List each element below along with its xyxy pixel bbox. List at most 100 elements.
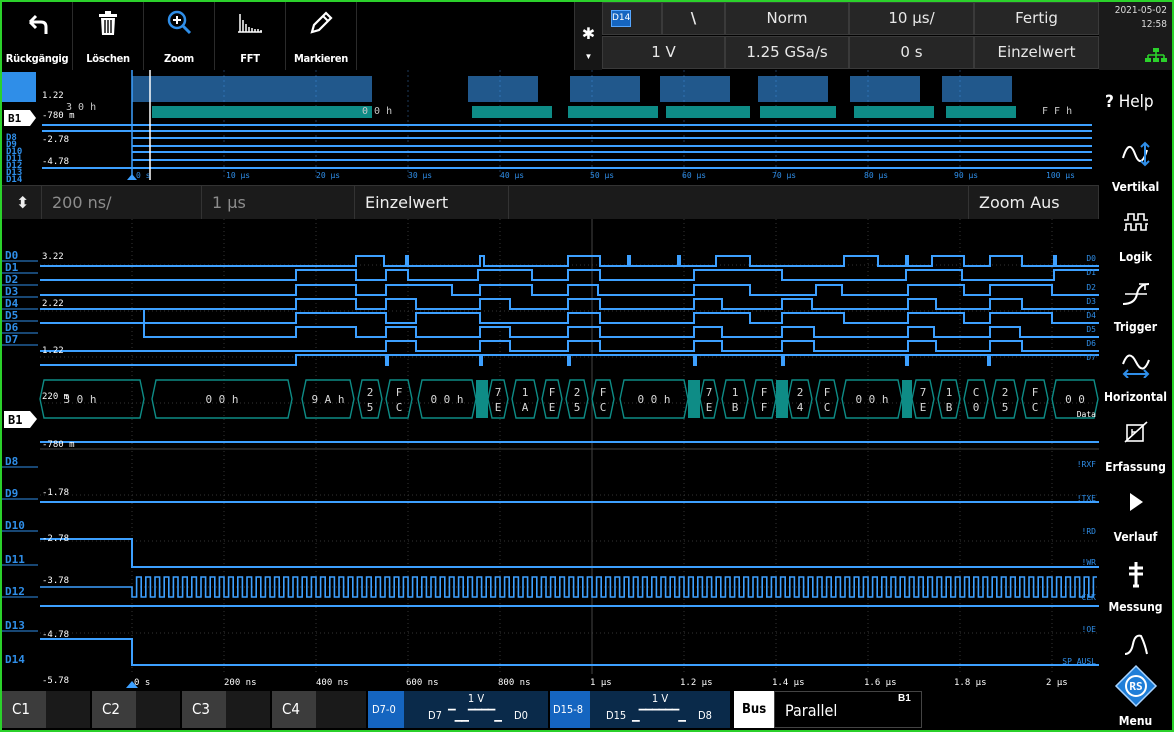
question-icon: ? (1105, 92, 1114, 112)
tick-8: 1.6 µs (864, 678, 897, 688)
undo-icon (28, 14, 48, 34)
right-label-d2: D2 (1086, 283, 1096, 292)
mark-button[interactable]: Markieren (286, 2, 357, 70)
logic-d7-0[interactable]: 1 V D7 ▔▁▁▔▔▔▔▁ D0 (404, 691, 548, 728)
waveform-icon (1124, 634, 1148, 655)
timebase[interactable]: 10 µs/ (849, 2, 974, 35)
logic-d7-0-tag[interactable]: D7-0 (368, 691, 404, 728)
horizontal-button[interactable]: Horizontal (1099, 340, 1172, 410)
zoom-updown-icon[interactable]: ⬍ (2, 186, 42, 219)
undo-button[interactable]: Rückgängig (2, 2, 73, 70)
clock: 2021-05-02 12:58 (1099, 2, 1172, 70)
tag-d11: D11 (5, 553, 25, 566)
bus-value: 0 0 h (855, 393, 888, 406)
menu-label: Menu (1118, 714, 1153, 728)
bus-value: F (761, 386, 768, 399)
channel-c3-slot[interactable] (226, 691, 270, 728)
channel-c2[interactable]: C2 (92, 691, 136, 728)
fft-button[interactable]: FFT (215, 2, 286, 70)
bus-value: B (732, 401, 739, 414)
zoom-scale[interactable]: 200 ns/ (42, 186, 202, 219)
overview-waveform[interactable]: 1.22 -780 m -2.78 -4.78 3 0 h 0 0 h F F … (2, 70, 1099, 186)
right-label-clk: CLK (1082, 593, 1097, 602)
channel-c1[interactable]: C1 (2, 691, 46, 728)
channel-c1-slot[interactable] (46, 691, 90, 728)
gear-icon[interactable]: ✱ (575, 24, 602, 44)
main-waveform-svg: 3 0 h0 0 h9 A h25FC0 0 h7E1AFE25FC0 0 h7… (2, 219, 1099, 688)
play-icon (1129, 493, 1143, 511)
bus-value: 5 (1002, 401, 1009, 414)
bus-value: 7 (706, 386, 713, 399)
logic-d15-8-tag[interactable]: D15-8 (550, 691, 590, 728)
acquisition-button[interactable]: Erfassung (1099, 410, 1172, 480)
pencil-icon (310, 11, 333, 34)
bus-value: 2 (797, 386, 804, 399)
sample-rate[interactable]: 1.25 GSa/s (725, 36, 849, 69)
measure-button[interactable]: Messung (1099, 550, 1172, 620)
level-1-78: -1.78 (42, 488, 69, 498)
overview-tag-d14: D14 (6, 175, 23, 185)
overview-tick-0: 0 s (136, 171, 151, 180)
network-icon (1145, 48, 1167, 62)
tag-d10: D10 (5, 519, 25, 532)
trash-icon (99, 11, 117, 35)
logic-d15-8[interactable]: 1 V D15 ▁▔▔▔▔▔▔▁ D8 (590, 691, 730, 728)
zoom-button[interactable]: Zoom (144, 2, 215, 70)
bus-value: 2 (1002, 386, 1009, 399)
overview-tick-10: 100 µs (1046, 171, 1075, 180)
tick-2: 400 ns (316, 678, 349, 688)
logic-button[interactable]: Logik (1099, 200, 1172, 270)
bus-value: 0 0 h (205, 393, 238, 406)
zoom-bar: ⬍ 200 ns/ 1 µs Einzelwert Zoom Aus (2, 186, 1099, 219)
vertical-button[interactable]: Vertikal (1099, 130, 1172, 200)
chevron-down-icon[interactable]: ▼ (575, 52, 602, 61)
main-waveform[interactable]: 3 0 h0 0 h9 A h25FC0 0 h7E1AFE25FC0 0 h7… (2, 219, 1099, 689)
run-button[interactable]: Verlauf (1099, 480, 1172, 550)
tag-d7: D7 (5, 333, 18, 346)
trigger-label: Trigger (1113, 320, 1158, 334)
measure-icon (1128, 562, 1143, 588)
trigger-source-badge: D14 (611, 10, 631, 27)
right-label-d1: D1 (1086, 268, 1096, 277)
overview-tick-9: 90 µs (954, 171, 978, 180)
more-button[interactable] (1099, 622, 1172, 662)
level-3-22: 3.22 (42, 252, 64, 262)
bus-value: F (396, 386, 403, 399)
acq-state[interactable]: Fertig (974, 2, 1099, 35)
svg-text:RS: RS (1129, 680, 1142, 693)
zoom-acq[interactable]: Einzelwert (355, 186, 509, 219)
trigger-source[interactable]: D14 (602, 2, 662, 35)
bus-tag-b1: B1 (8, 413, 22, 427)
help-button[interactable]: ? Help (1099, 76, 1172, 126)
tick-9: 1.8 µs (954, 678, 987, 688)
delete-button[interactable]: Löschen (73, 2, 144, 70)
right-label-d6: D6 (1086, 339, 1096, 348)
acq-mode[interactable]: Einzelwert (974, 36, 1099, 69)
zoom-off-button[interactable]: Zoom Aus (968, 186, 1099, 219)
logic-d15-8-hi: D15 (606, 709, 627, 722)
overview-tick-7: 70 µs (772, 171, 796, 180)
bus-value: E (549, 401, 556, 414)
trigger-button[interactable]: Trigger (1099, 270, 1172, 340)
channel-c4[interactable]: C4 (272, 691, 316, 728)
settings-column[interactable]: ✱ ▼ (574, 2, 602, 70)
trigger-mode[interactable]: Norm (725, 2, 849, 35)
channel-c3[interactable]: C3 (182, 691, 226, 728)
bus-value: 2 (367, 386, 374, 399)
toolbar: Rückgängig Löschen Zoom FFT Markieren (2, 2, 574, 70)
channel-c2-slot[interactable] (136, 691, 180, 728)
channel-c4-slot[interactable] (316, 691, 366, 728)
trigger-level[interactable]: 1 V (602, 36, 725, 69)
clock-time: 12:58 (1141, 19, 1167, 30)
trigger-icon (1122, 283, 1149, 305)
bus-value: 7 (495, 386, 502, 399)
level-2-22: 2.22 (42, 299, 64, 309)
tick-1: 200 ns (224, 678, 257, 688)
bus-tab[interactable]: Bus (734, 691, 774, 728)
bus-value: E (706, 401, 713, 414)
zoom-icon (167, 10, 192, 35)
trigger-offset[interactable]: 0 s (849, 36, 974, 69)
zoom-position[interactable]: 1 µs (202, 186, 355, 219)
menu-button[interactable]: RS Menu (1099, 662, 1172, 730)
trigger-slope[interactable]: \ (662, 2, 725, 35)
